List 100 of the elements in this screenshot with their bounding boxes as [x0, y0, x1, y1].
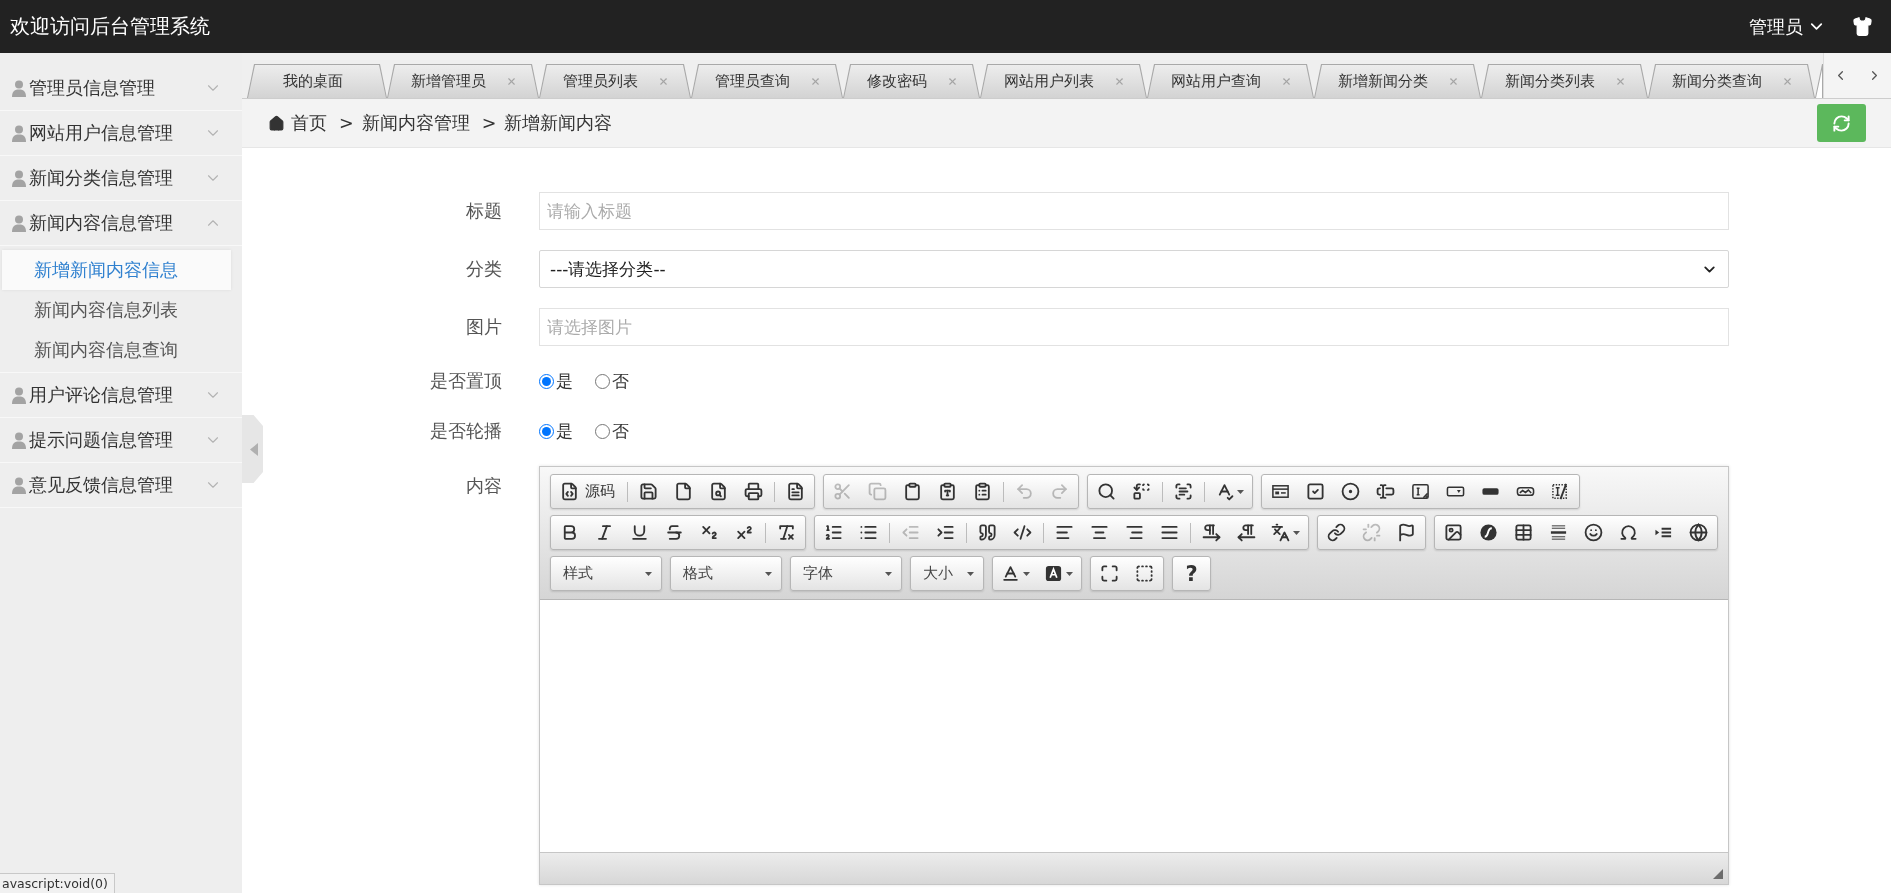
quote-icon: [978, 523, 997, 542]
superscript-icon: [735, 523, 754, 542]
clipboard-icon: [903, 482, 922, 501]
user-menu[interactable]: 管理员: [1749, 14, 1826, 39]
tab[interactable]: 新增新闻分类: [1314, 64, 1481, 98]
field-label: 是否置顶: [429, 370, 502, 393]
copy-icon: [868, 482, 887, 501]
textarea-icon: [1411, 482, 1430, 501]
breadcrumb-separator: >: [481, 113, 497, 133]
caret-icon: [1237, 489, 1244, 494]
user-icon: [12, 476, 26, 494]
breadcrumb-item[interactable]: 新闻内容管理: [361, 111, 470, 135]
toolbar-dropdown[interactable]: 大小: [910, 556, 984, 591]
user-icon: [12, 169, 26, 187]
bulleted-list-icon: [859, 523, 878, 542]
tab[interactable]: 管理员查询: [691, 64, 843, 98]
resize-grip-icon[interactable]: [1713, 869, 1723, 879]
sidebar-submenu-item[interactable]: 新闻内容信息查询: [2, 330, 231, 370]
underline-icon: [630, 523, 649, 542]
radio-button[interactable]: [539, 373, 554, 389]
refresh-icon: [1832, 113, 1851, 133]
user-icon: [12, 214, 26, 232]
user-icon: [12, 386, 26, 404]
horizontal-rule-icon: [1549, 523, 1568, 542]
sidebar-collapse-handle[interactable]: [242, 415, 263, 483]
align-center-icon: [1090, 523, 1109, 542]
text-color-icon: [1001, 564, 1020, 583]
radio-label: 是: [556, 419, 573, 443]
breadcrumb-item: 新增新闻内容: [504, 112, 613, 135]
radio-label: 是: [556, 369, 573, 393]
align-left-icon: [1055, 523, 1074, 542]
code-document-icon: [560, 482, 579, 501]
breadcrumb-item[interactable]: 首页: [291, 111, 327, 135]
toolbar-dropdown[interactable]: 样式: [550, 556, 662, 591]
help-button[interactable]: ?: [1174, 557, 1209, 590]
shirt-icon: [1852, 16, 1873, 37]
caret-icon: [1066, 571, 1073, 576]
caret-icon: [885, 571, 892, 576]
printer-icon: [744, 482, 763, 501]
checkbox-icon: [1306, 482, 1325, 501]
pilcrow-right-icon: [1202, 523, 1221, 542]
scissors-icon: [833, 482, 852, 501]
strikethrough-icon: [665, 523, 684, 542]
smiley-icon: [1584, 523, 1603, 542]
text-input-field[interactable]: 请输入标题: [539, 192, 1729, 230]
tab[interactable]: 新闻分类查询: [1648, 64, 1815, 98]
radio-button[interactable]: [595, 423, 610, 439]
align-justify-icon: [1160, 523, 1179, 542]
code-icon: [1013, 523, 1032, 542]
image-icon: [1444, 523, 1463, 542]
user-icon: [12, 431, 26, 449]
toolbar-dropdown[interactable]: 格式: [670, 556, 782, 591]
caret-icon: [967, 571, 974, 576]
triangle-left-icon: [250, 442, 258, 456]
tab[interactable]: 管理员列表: [539, 64, 691, 98]
save-icon: [639, 482, 658, 501]
theme-button[interactable]: [1852, 16, 1873, 37]
table-icon: [1514, 523, 1533, 542]
radio-button[interactable]: [539, 423, 554, 439]
select-field[interactable]: ---请选择分类--: [539, 250, 1729, 288]
outdent-icon: [901, 523, 920, 542]
replace-icon: [1132, 482, 1151, 501]
align-right-icon: [1125, 523, 1144, 542]
text-input-field[interactable]: 请选择图片: [539, 308, 1729, 346]
indent-icon: [936, 523, 955, 542]
radio-label: 否: [612, 419, 629, 443]
background-color-icon: [1044, 564, 1063, 583]
scan-text-icon: [1174, 482, 1193, 501]
link-icon: [1327, 523, 1346, 542]
radio-button[interactable]: [595, 373, 610, 389]
toolbar-dropdown[interactable]: 字体: [790, 556, 902, 591]
pilcrow-left-icon: [1237, 523, 1256, 542]
tab[interactable]: 网站用户查询: [1147, 64, 1314, 98]
remove-format-icon: [777, 523, 796, 542]
tab[interactable]: 我的桌面: [247, 64, 387, 98]
field-label: 标题: [465, 200, 502, 223]
sidebar-submenu-item[interactable]: 新闻内容信息列表: [2, 290, 231, 330]
omega-icon: [1619, 523, 1638, 542]
field-label: 图片: [465, 316, 502, 339]
user-icon: [12, 79, 26, 97]
struck-cursor-icon: [1551, 482, 1570, 501]
document-icon: [674, 482, 693, 501]
tab[interactable]: 网站用户列表: [980, 64, 1147, 98]
tab[interactable]: 新增管理员: [387, 64, 539, 98]
sidebar-submenu-item[interactable]: 新增新闻内容信息: [2, 250, 231, 290]
status-url-text: avascript:void(0): [0, 873, 115, 893]
source-button[interactable]: 源码: [552, 475, 624, 508]
form-icon: [1271, 482, 1290, 501]
dashed-square-icon: [1135, 564, 1154, 583]
text-cursor-field-icon: [1376, 482, 1395, 501]
field-label: 内容: [465, 475, 502, 498]
tab[interactable]: 修改密码: [843, 64, 980, 98]
field-label: 是否轮播: [429, 420, 502, 443]
home-icon: [268, 114, 285, 132]
caret-icon: [1293, 530, 1300, 535]
user-icon: [12, 124, 26, 142]
tab[interactable]: 新闻分类列表: [1481, 64, 1648, 98]
maximize-icon: [1100, 564, 1119, 583]
swoosh-disc-icon: [1479, 523, 1498, 542]
redo-icon: [1050, 482, 1069, 501]
